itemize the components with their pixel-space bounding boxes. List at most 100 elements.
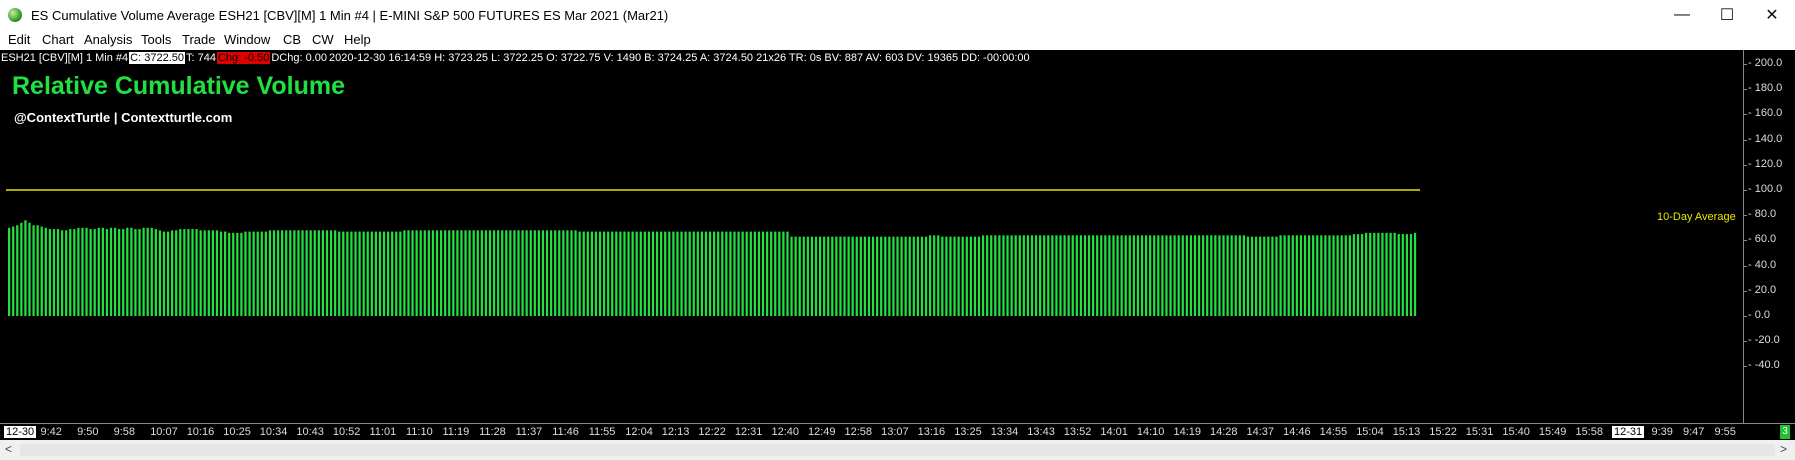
- volume-bar: [105, 229, 109, 316]
- volume-bar: [321, 230, 325, 316]
- volume-bar: [93, 229, 96, 316]
- volume-bar: [998, 235, 1001, 316]
- volume-bar: [521, 230, 524, 316]
- volume-bar: [774, 231, 777, 316]
- horizontal-scrollbar[interactable]: < >: [0, 440, 1795, 460]
- volume-bar: [411, 230, 414, 316]
- scroll-left-icon[interactable]: <: [5, 442, 12, 456]
- volume-bar: [175, 230, 178, 316]
- x-tick-label: 15:13: [1392, 426, 1421, 438]
- volume-bar: [941, 236, 944, 316]
- volume-bar: [1104, 235, 1107, 316]
- volume-bar: [631, 231, 634, 316]
- volume-bar: [260, 231, 263, 316]
- menu-window[interactable]: Window: [224, 32, 270, 47]
- menu-tools[interactable]: Tools: [141, 32, 171, 47]
- volume-bar: [268, 230, 272, 316]
- maximize-button[interactable]: ☐: [1704, 0, 1750, 30]
- menu-cw[interactable]: CW: [312, 32, 334, 47]
- menu-cb[interactable]: CB: [283, 32, 301, 47]
- volume-bar: [1328, 235, 1331, 316]
- x-tick-label: 14:55: [1319, 426, 1348, 438]
- volume-bar: [1279, 235, 1282, 316]
- volume-bar: [598, 231, 602, 316]
- volume-bar: [1246, 236, 1250, 316]
- menu-trade[interactable]: Trade: [182, 32, 215, 47]
- x-tick-label: 9:50: [77, 426, 99, 438]
- volume-bar: [264, 231, 267, 316]
- volume-bar: [1242, 235, 1246, 316]
- volume-bar: [476, 230, 479, 316]
- volume-bar: [810, 236, 814, 316]
- volume-bar: [97, 227, 100, 316]
- volume-bar: [570, 230, 573, 316]
- close-button[interactable]: ✕: [1749, 0, 1795, 30]
- minimize-button[interactable]: —: [1659, 0, 1705, 30]
- volume-bar: [32, 225, 35, 316]
- volume-bar: [48, 229, 51, 316]
- x-tick-label: 9:58: [113, 426, 136, 438]
- x-tick-label: 12-31: [1612, 426, 1645, 438]
- volume-bar: [89, 229, 92, 316]
- volume-bar: [924, 236, 928, 316]
- volume-bar: [382, 231, 386, 316]
- volume-bar: [912, 236, 915, 316]
- y-tick-mark: [1743, 64, 1747, 65]
- volume-bar: [1413, 232, 1417, 316]
- volume-bar: [513, 230, 516, 316]
- volume-bar: [289, 230, 292, 316]
- status-marker: 3: [1780, 425, 1790, 439]
- x-tick-label: 13:34: [990, 426, 1019, 438]
- menu-help[interactable]: Help: [344, 32, 371, 47]
- x-tick-label: 11:46: [552, 426, 579, 438]
- volume-bar: [395, 231, 398, 316]
- volume-bar: [85, 227, 88, 316]
- x-tick-label: 10:16: [186, 426, 215, 438]
- volume-bar: [399, 231, 402, 316]
- x-tick-label: 11:10: [406, 426, 433, 438]
- y-tick-mark: [1743, 89, 1747, 91]
- volume-bar: [20, 222, 23, 316]
- volume-bar: [1067, 235, 1070, 316]
- volume-bar: [1161, 235, 1164, 316]
- volume-bar: [28, 222, 31, 316]
- volume-bar: [549, 230, 553, 316]
- volume-bar: [342, 231, 345, 316]
- x-axis[interactable]: 12-30 9:42 9:50 9:58 10:07 10:16 10:25 10:34 10:…: [0, 423, 1795, 441]
- volume-bar: [1360, 234, 1364, 316]
- volume-bar: [541, 230, 545, 316]
- volume-bar: [839, 236, 842, 316]
- y-tick-label: - 140.0: [1748, 132, 1783, 145]
- volume-bar: [77, 227, 80, 316]
- volume-bar: [1340, 235, 1343, 316]
- scroll-right-icon[interactable]: >: [1780, 442, 1787, 456]
- volume-bar: [582, 231, 585, 316]
- volume-bar: [272, 230, 276, 316]
- volume-bar: [24, 220, 27, 316]
- volume-bar: [1026, 235, 1030, 316]
- y-tick-mark: [1743, 290, 1747, 292]
- volume-bar: [1034, 235, 1038, 316]
- volume-bar: [867, 236, 871, 316]
- volume-bar: [1173, 235, 1176, 316]
- volume-bar: [509, 230, 512, 316]
- volume-bar: [1226, 235, 1229, 316]
- volume-bar: [1409, 234, 1413, 316]
- volume-bar: [700, 231, 704, 316]
- volume-bar: [81, 227, 84, 316]
- menu-chart[interactable]: Chart: [42, 32, 74, 47]
- y-tick-mark: [1743, 114, 1747, 116]
- volume-bar: [977, 236, 981, 316]
- menu-analysis[interactable]: Analysis: [84, 32, 132, 47]
- chart-title: Relative Cumulative Volume: [12, 72, 345, 100]
- volume-bar: [101, 227, 104, 316]
- volume-bar: [1206, 235, 1209, 316]
- volume-bar: [1324, 235, 1327, 316]
- volume-bar: [688, 231, 691, 316]
- menu-edit[interactable]: Edit: [8, 32, 30, 47]
- chart-panel[interactable]: [0, 50, 1795, 423]
- y-tick-label: - 160.0: [1748, 107, 1783, 120]
- scroll-thumb[interactable]: [20, 444, 1775, 456]
- x-tick-label: 14:10: [1136, 426, 1165, 438]
- x-tick-label: 13:43: [1027, 426, 1055, 438]
